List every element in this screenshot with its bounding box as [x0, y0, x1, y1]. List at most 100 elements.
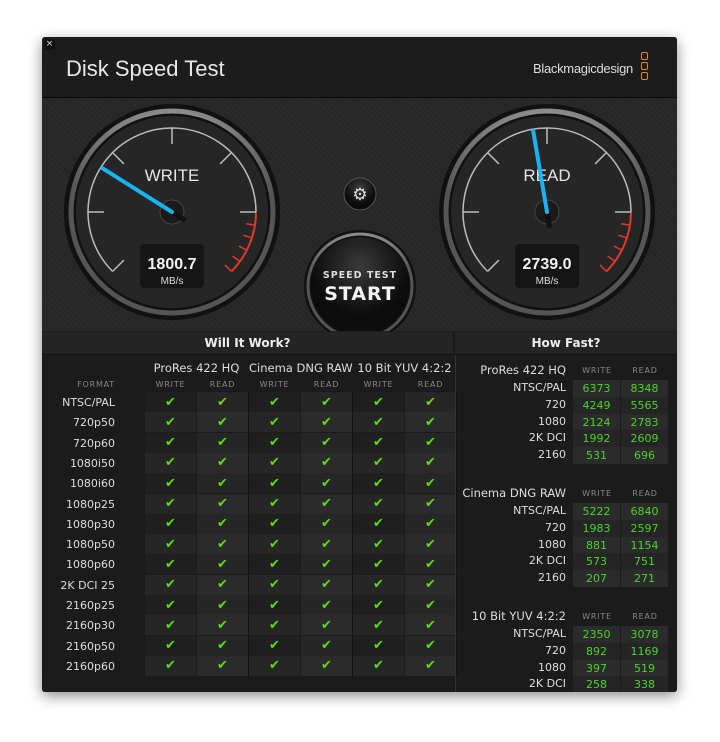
result-cell: ✔: [405, 574, 457, 595]
result-cell: ✔: [197, 615, 249, 636]
format-label: 720p60: [73, 436, 115, 450]
write-value: 1992: [573, 430, 620, 448]
result-cell: ✔: [249, 635, 300, 656]
check-icon: ✔: [425, 516, 436, 532]
check-icon: ✔: [217, 435, 228, 451]
check-icon: ✔: [321, 516, 332, 532]
check-icon: ✔: [373, 638, 384, 654]
result-cell: ✔: [301, 513, 353, 534]
result-cell: ✔: [197, 412, 249, 433]
write-gauge: WRITE 1800.7 MB/s: [64, 104, 280, 320]
check-icon: ✔: [425, 414, 436, 430]
format-label: NTSC/PAL: [62, 396, 115, 409]
result-cell: ✔: [249, 452, 300, 473]
will-it-work-table: ProRes 422 HQ Cinema DNG RAW 10 Bit YUV 4:…: [42, 355, 457, 692]
result-cell: ✔: [249, 392, 300, 412]
gear-icon: ⚙: [352, 185, 367, 205]
result-cell: ✔: [353, 452, 404, 473]
start-button[interactable]: SPEED TEST START: [304, 230, 416, 331]
result-cell: ✔: [145, 574, 196, 595]
table-row: 2K DCI 25 ✔ ✔ ✔ ✔ ✔ ✔: [42, 574, 457, 595]
section-title: Cinema DNG RAW: [462, 486, 566, 500]
check-icon: ✔: [321, 556, 332, 572]
column-header: WRITE: [582, 366, 612, 375]
result-cell: ✔: [197, 473, 249, 494]
result-cell: ✔: [145, 615, 196, 636]
result-cell: ✔: [301, 493, 353, 514]
result-cell: ✔: [197, 595, 249, 615]
check-icon: ✔: [217, 536, 228, 552]
gauge-label: WRITE: [145, 166, 200, 185]
check-icon: ✔: [165, 455, 176, 471]
check-icon: ✔: [165, 516, 176, 532]
check-icon: ✔: [321, 475, 332, 491]
result-cell: ✔: [405, 392, 457, 412]
close-button[interactable]: ×: [44, 39, 55, 50]
check-icon: ✔: [165, 394, 176, 410]
result-cell: ✔: [249, 615, 300, 636]
table-row: 720 1983 2597: [456, 519, 677, 537]
write-value: 258: [573, 676, 620, 692]
check-icon: ✔: [321, 597, 332, 613]
read-value: 1169: [621, 642, 668, 660]
check-icon: ✔: [321, 536, 332, 552]
check-icon: ✔: [165, 658, 176, 674]
result-cell: ✔: [405, 432, 457, 453]
check-icon: ✔: [165, 597, 176, 613]
table-row: 2160p25 ✔ ✔ ✔ ✔ ✔ ✔: [42, 595, 457, 615]
check-icon: ✔: [373, 617, 384, 633]
format-label: 2160p50: [66, 639, 115, 653]
check-icon: ✔: [425, 577, 436, 593]
read-value: 6840: [621, 503, 668, 520]
check-icon: ✔: [269, 658, 280, 674]
app-title: Disk Speed Test: [66, 56, 225, 81]
read-gauge: READ 2739.0 MB/s: [439, 104, 655, 320]
result-cell: ✔: [145, 554, 196, 575]
result-cell: ✔: [405, 554, 457, 575]
disk-speed-test-window: × Disk Speed Test Blackmagicdesign WRITE…: [42, 37, 677, 692]
read-value: 696: [621, 447, 668, 465]
start-line2: START: [324, 283, 396, 305]
check-icon: ✔: [321, 638, 332, 654]
table-row: 2160p30 ✔ ✔ ✔ ✔ ✔ ✔: [42, 615, 457, 636]
column-header: READ: [632, 489, 658, 498]
result-cell: ✔: [197, 513, 249, 534]
read-value: 1154: [621, 536, 668, 554]
result-cell: ✔: [353, 615, 404, 636]
column-header: READ: [417, 380, 444, 389]
table-row: 1080p25 ✔ ✔ ✔ ✔ ✔ ✔: [42, 493, 457, 514]
check-icon: ✔: [269, 617, 280, 633]
table-row: 1080p50 ✔ ✔ ✔ ✔ ✔ ✔: [42, 534, 457, 555]
result-cell: ✔: [301, 534, 353, 555]
check-icon: ✔: [269, 435, 280, 451]
column-header: WRITE: [259, 380, 290, 389]
result-cell: ✔: [301, 574, 353, 595]
result-cell: ✔: [197, 432, 249, 453]
result-cell: ✔: [301, 473, 353, 494]
result-cell: ✔: [353, 554, 404, 575]
settings-button[interactable]: ⚙: [343, 177, 377, 211]
result-cell: ✔: [249, 554, 300, 575]
write-value: 6373: [573, 380, 620, 397]
result-cell: ✔: [249, 534, 300, 555]
check-icon: ✔: [217, 516, 228, 532]
column-header: WRITE: [582, 489, 612, 498]
check-icon: ✔: [269, 638, 280, 654]
result-cell: ✔: [353, 534, 404, 555]
result-cell: ✔: [301, 432, 353, 453]
table-row: NTSC/PAL ✔ ✔ ✔ ✔ ✔ ✔: [42, 392, 457, 412]
format-header: FORMAT: [77, 380, 115, 389]
check-icon: ✔: [165, 435, 176, 451]
result-cell: ✔: [145, 493, 196, 514]
check-icon: ✔: [373, 496, 384, 511]
read-value: 5565: [621, 396, 668, 414]
table-row: 720p60 ✔ ✔ ✔ ✔ ✔ ✔: [42, 432, 457, 453]
table-row: 720 4249 5565: [456, 396, 677, 414]
result-cell: ✔: [301, 595, 353, 615]
check-icon: ✔: [165, 577, 176, 593]
table-row: 1080 2124 2783: [456, 413, 677, 431]
gauge-value: 2739.0: [523, 256, 572, 273]
check-icon: ✔: [373, 435, 384, 451]
check-icon: ✔: [425, 536, 436, 552]
result-cell: ✔: [405, 655, 457, 676]
